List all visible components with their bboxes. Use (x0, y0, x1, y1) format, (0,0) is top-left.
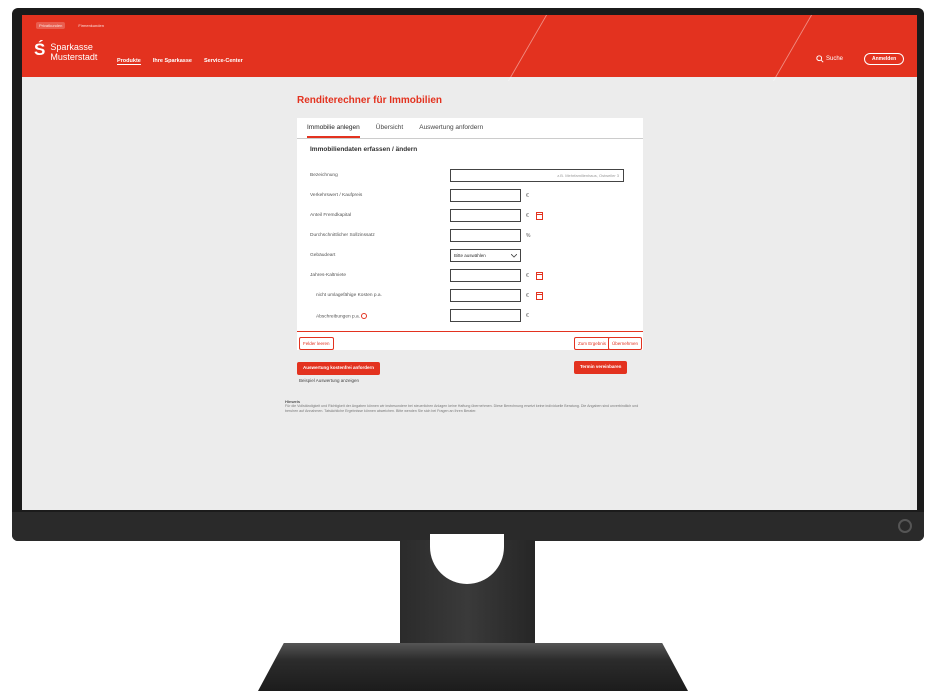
logo-wordmark: Sparkasse Musterstadt (50, 42, 97, 62)
kaltmiete-unit: € (526, 273, 529, 279)
label-kaltmiete: Jahres-Kaltmiete (310, 273, 346, 278)
kaltmiete-input[interactable] (450, 269, 521, 282)
fremdkapital-unit: € (526, 213, 529, 219)
label-kosten: nicht umlagefähige Kosten p.a. (316, 293, 382, 298)
form-title: Immobiliendaten erfassen / ändern (310, 146, 418, 153)
header-decoration (772, 15, 813, 81)
note-text: Für die Vollständigkeit und Richtigkeit … (285, 404, 639, 413)
login-button[interactable]: Anmelden (864, 53, 905, 65)
photo-stage: Privatkunden Firmenkunden Ś Sparkasse Mu… (0, 0, 925, 693)
logo-line-2: Musterstadt (50, 52, 98, 62)
label-sollzins: Durchschnittlicher Sollzinssatz (310, 233, 375, 238)
kosten-input[interactable] (450, 289, 521, 302)
appointment-button[interactable]: Termin vereinbaren (574, 361, 628, 374)
calendar-icon[interactable] (536, 212, 543, 220)
sollzins-input[interactable] (450, 229, 521, 242)
gebaeudeart-value: Bitte auswählen (454, 253, 486, 258)
screen: Privatkunden Firmenkunden Ś Sparkasse Mu… (22, 15, 917, 510)
calculator-card: Immobilie anlegen Übersicht Auswertung a… (297, 118, 643, 350)
site-header: Privatkunden Firmenkunden Ś Sparkasse Mu… (22, 15, 917, 81)
sparkasse-logo-icon: Ś (34, 40, 46, 59)
chevron-down-icon (511, 254, 517, 258)
nav-item-service-center[interactable]: Service-Center (204, 58, 243, 65)
to-result-button[interactable]: Zum Ergebnis (574, 337, 611, 350)
sparkasse-logo[interactable]: Ś Sparkasse Musterstadt (34, 40, 97, 62)
label-gebaeudeart: Gebäudeart (310, 253, 336, 258)
verkehrswert-unit: € (526, 193, 529, 199)
page-title: Renditerechner für Immobilien (297, 95, 443, 106)
monitor-stand-base (258, 643, 688, 691)
fremdkapital-input[interactable] (450, 209, 521, 222)
apply-button[interactable]: Übernehmen (608, 337, 643, 350)
info-icon[interactable] (361, 313, 368, 319)
tab-bar: Immobilie anlegen Übersicht Auswertung a… (297, 118, 643, 139)
main-navigation: Produkte Ihre Sparkasse Service-Center (117, 58, 243, 65)
search-label: Suche (826, 56, 844, 62)
nav-item-ihre-sparkasse[interactable]: Ihre Sparkasse (153, 58, 192, 65)
tab-auswertung-anfordern[interactable]: Auswertung anfordern (419, 124, 483, 138)
logo-line-1: Sparkasse (50, 42, 93, 52)
abschreibungen-unit: € (526, 313, 529, 319)
clear-fields-button[interactable]: Felder leeren (299, 337, 334, 350)
label-verkehrswert: Verkehrswert / Kaufpreis (310, 193, 363, 198)
request-evaluation-button[interactable]: Auswertung kostenfrei anfordern (297, 362, 381, 375)
meta-navigation: Privatkunden Firmenkunden (36, 22, 107, 29)
form-divider (297, 331, 643, 332)
tab-immobilie-anlegen[interactable]: Immobilie anlegen (307, 124, 360, 138)
meta-link-firmenkunden[interactable]: Firmenkunden (75, 22, 107, 29)
nav-item-produkte[interactable]: Produkte (117, 58, 141, 65)
bezeichnung-input[interactable]: z.B. Mehrfamilienhaus, Ostweiler 3 (450, 169, 624, 182)
example-evaluation-link[interactable]: Beispiel Auswertung anzeigen (299, 378, 359, 383)
label-bezeichnung: Bezeichnung (310, 173, 338, 178)
tab-uebersicht[interactable]: Übersicht (376, 124, 403, 138)
power-button-icon (898, 519, 912, 533)
search-icon (816, 55, 824, 63)
calendar-icon[interactable] (536, 272, 543, 280)
meta-link-privatkunden[interactable]: Privatkunden (36, 22, 66, 29)
abschreibungen-input[interactable] (450, 309, 521, 322)
verkehrswert-input[interactable] (450, 189, 521, 202)
sollzins-unit: % (526, 233, 531, 239)
gebaeudeart-select[interactable]: Bitte auswählen (450, 249, 521, 262)
stand-cutout (430, 534, 504, 584)
kosten-unit: € (526, 293, 529, 299)
abschreibungen-text: Abschreibungen p.a. (316, 314, 361, 320)
header-decoration (507, 15, 548, 81)
label-abschreibungen: Abschreibungen p.a. (316, 313, 368, 320)
search-button[interactable]: Suche (816, 55, 843, 63)
calendar-icon[interactable] (536, 292, 543, 300)
label-fremdkapital: Anteil Fremdkapital (310, 213, 352, 218)
